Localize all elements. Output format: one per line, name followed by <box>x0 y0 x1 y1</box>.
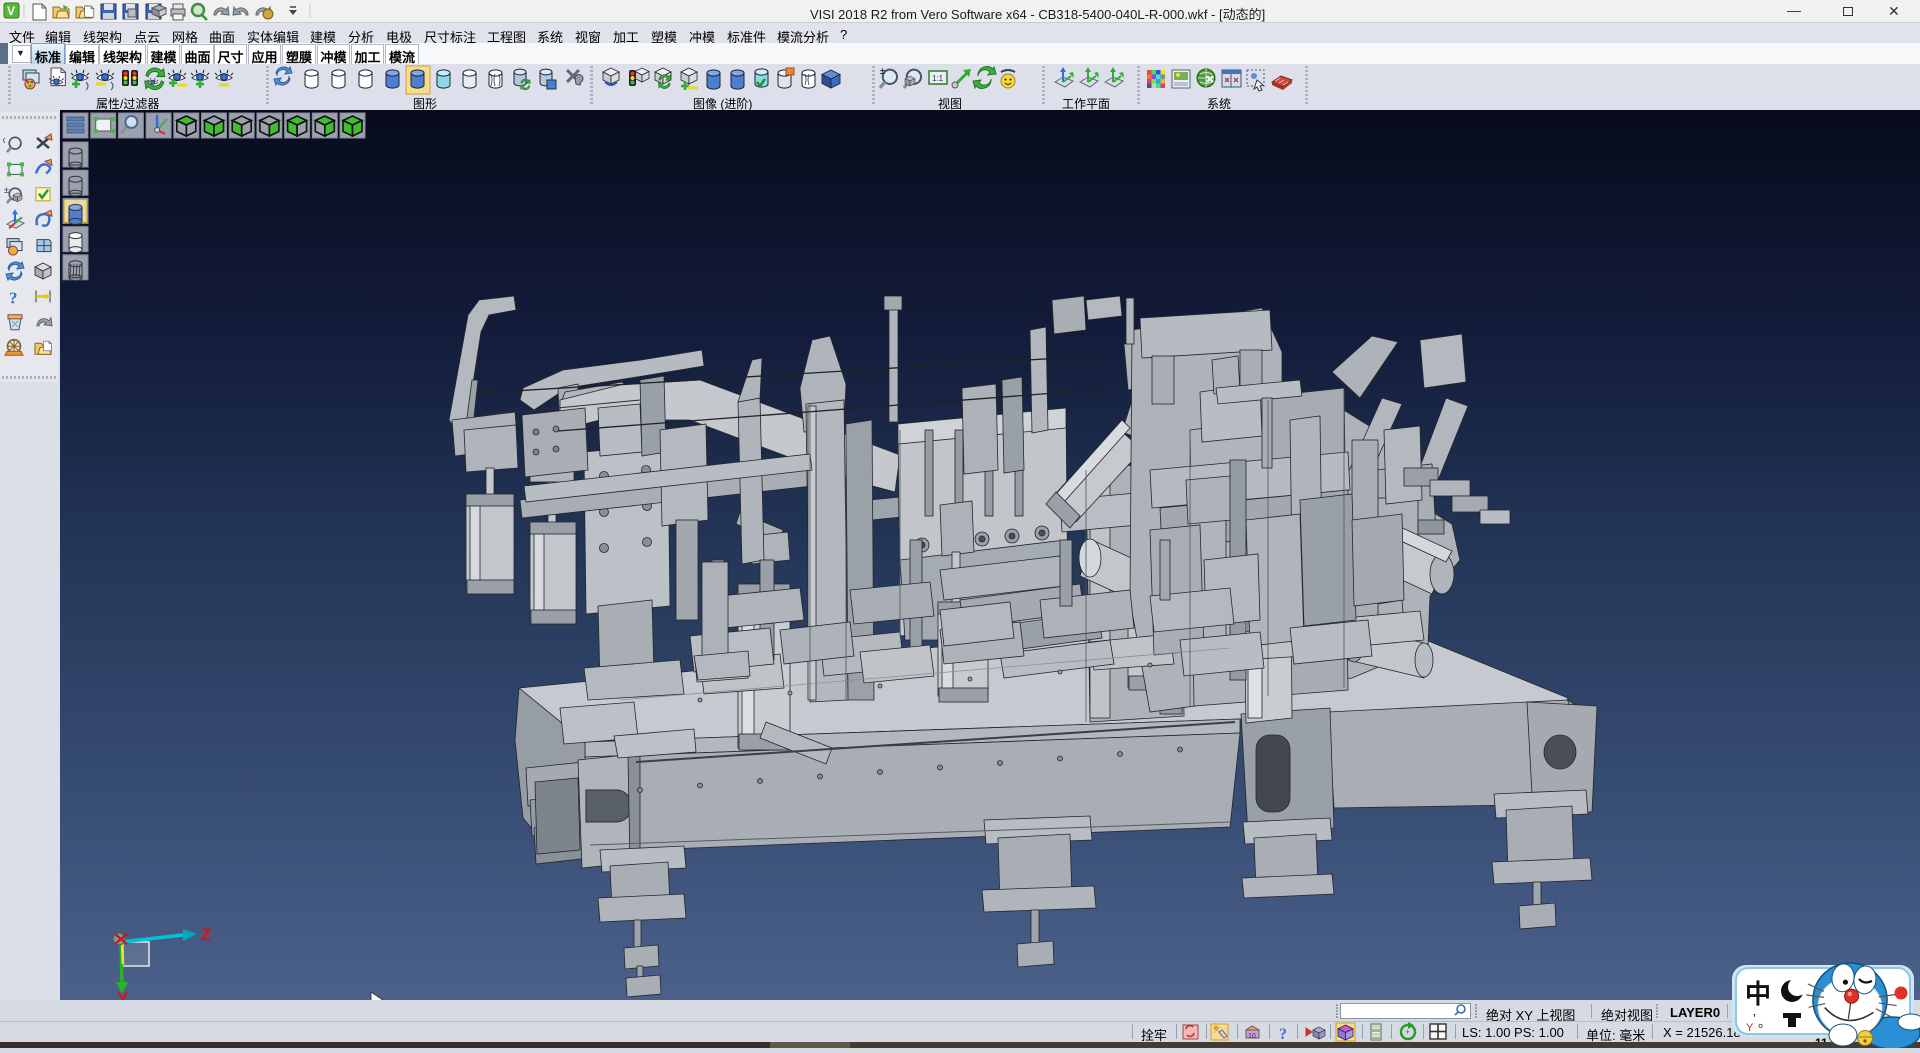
svg-text:Y: Y <box>117 989 129 1000</box>
svg-text:。: 。 <box>1758 1015 1771 1030</box>
svg-text:中: 中 <box>1745 979 1771 1009</box>
svg-text:’: ’ <box>1753 1011 1756 1026</box>
svg-text:Z: Z <box>201 925 211 944</box>
svg-text:Y: Y <box>1746 1022 1754 1034</box>
